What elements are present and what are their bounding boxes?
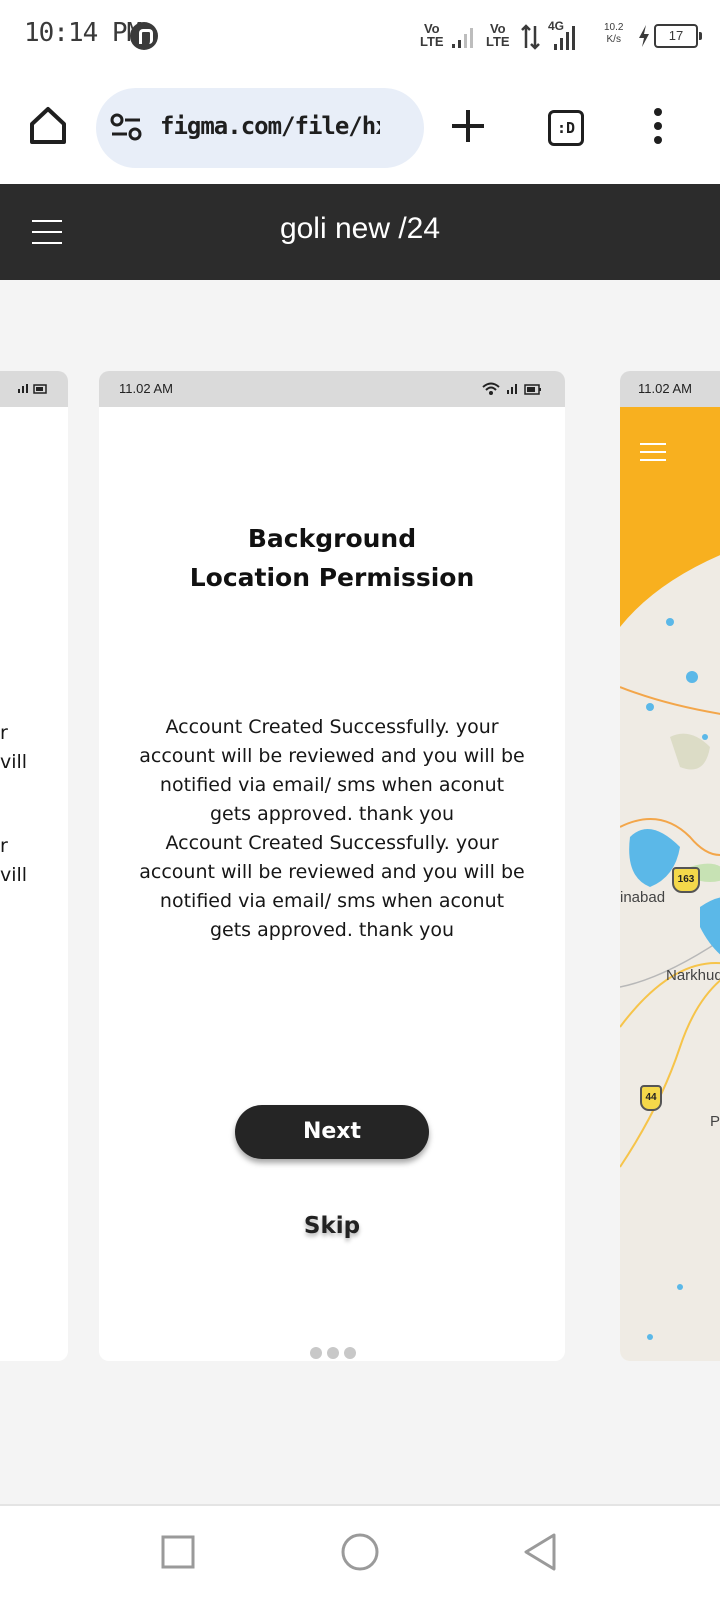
- map-menu-icon[interactable]: [640, 441, 666, 463]
- screen-title: Background Location Permission: [189, 524, 475, 592]
- frame-status-time: 11.02 AM: [119, 381, 173, 396]
- frame-status-bar: 11.02 AM: [620, 371, 720, 407]
- map-header: [620, 371, 720, 651]
- recents-button[interactable]: [160, 1534, 196, 1570]
- home-icon[interactable]: [28, 104, 68, 146]
- status-icons: [18, 384, 47, 394]
- screen-body-text: Account Created Successfully. your accou…: [139, 716, 525, 941]
- map-screen-frame[interactable]: 11.02 AM 163 44 inabad Narkhud P: [620, 371, 720, 1361]
- previous-screen-frame[interactable]: r vill r vill: [0, 371, 68, 1361]
- frame-status-bar: 11.02 AM: [99, 371, 565, 407]
- sim2-signal-icon: [554, 26, 575, 50]
- page-indicator-dot: [310, 1347, 322, 1359]
- skip-link[interactable]: Skip: [99, 1213, 565, 1239]
- page-indicator-dot: [344, 1347, 356, 1359]
- charging-icon: [639, 25, 649, 47]
- background-location-permission-screen[interactable]: 11.02 AM Background Location Permission …: [99, 371, 565, 1361]
- app-notification-icon: [130, 22, 158, 50]
- highway-marker: 163: [672, 867, 700, 893]
- sim1-volte-label: Vo LTE: [420, 21, 444, 49]
- tab-switcher-icon[interactable]: :D: [548, 110, 584, 146]
- back-button[interactable]: [522, 1532, 558, 1572]
- url-text[interactable]: figma.com/file/hxZsub2: [160, 112, 380, 146]
- highway-marker: 44: [640, 1085, 662, 1111]
- network-speed: 10.2 K/s: [604, 22, 624, 45]
- left-text-fragment: vill: [0, 864, 28, 886]
- map-place-label: P: [710, 1113, 720, 1130]
- frame-status-icons: [482, 382, 541, 395]
- frame-status-bar: [0, 371, 68, 407]
- left-text-fragment: r: [0, 835, 8, 857]
- frame-status-time: 11.02 AM: [638, 381, 692, 396]
- data-transfer-icon: [521, 24, 540, 50]
- sim2-volte-label: Vo LTE: [486, 21, 510, 49]
- sim1-signal-icon: [452, 28, 473, 48]
- left-text-fragment: r: [0, 722, 8, 744]
- site-settings-icon[interactable]: [110, 112, 142, 142]
- status-time: 10:14 PM: [24, 18, 142, 48]
- map-place-label: Narkhud: [666, 967, 720, 984]
- prototype-canvas[interactable]: r vill r vill 11.02 AM Background Locati…: [0, 280, 720, 1504]
- system-status-bar: 10:14 PM Vo LTE Vo LTE 4G 10.2 K/s 17: [0, 0, 720, 72]
- map-place-label: inabad: [620, 889, 666, 906]
- left-text-fragment: vill: [0, 751, 28, 773]
- more-menu-icon[interactable]: [650, 106, 666, 146]
- new-tab-icon[interactable]: [450, 108, 486, 144]
- next-button[interactable]: Next: [235, 1105, 429, 1159]
- file-title: goli new /24: [279, 212, 441, 245]
- battery-icon: 17: [654, 24, 702, 48]
- home-button[interactable]: [340, 1532, 380, 1572]
- page-indicator-dot: [327, 1347, 339, 1359]
